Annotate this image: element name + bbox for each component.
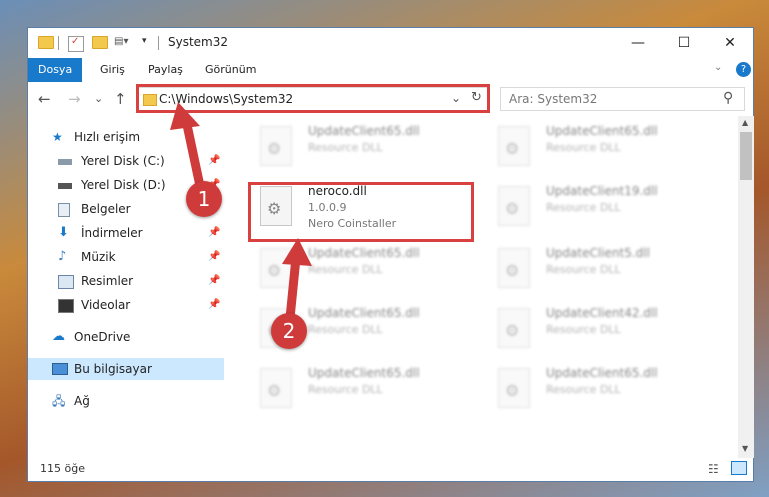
search-input[interactable]: Ara: System32 [509, 92, 597, 106]
forward-button[interactable]: → [68, 90, 81, 108]
divider [58, 36, 59, 50]
callout-badge-2: 2 [271, 313, 307, 349]
address-highlight-box [136, 84, 490, 113]
pictures-icon [58, 275, 74, 289]
scroll-down-icon[interactable]: ▼ [742, 444, 748, 453]
details-view-icon[interactable]: ☷ [708, 462, 719, 476]
maximize-button[interactable]: ☐ [661, 28, 707, 58]
quick-access-dropdown-icon[interactable]: ▾ [142, 36, 156, 50]
back-button[interactable]: ← [38, 90, 51, 108]
sidebar-item-onedrive[interactable]: ☁ OneDrive [28, 326, 224, 348]
large-icons-view-icon[interactable] [731, 461, 747, 475]
item-count: 115 öğe [40, 462, 85, 475]
tab-file[interactable]: Dosya [28, 58, 83, 82]
pin-icon[interactable]: 📌 [208, 150, 220, 172]
file-item[interactable]: ⚙ UpdateClient65.dll Resource DLL [252, 244, 482, 298]
file-item[interactable]: ⚙ UpdateClient65.dll Resource DLL [252, 364, 482, 418]
file-highlight-box [248, 182, 474, 242]
star-icon: ★ [52, 130, 63, 144]
vertical-scrollbar[interactable]: ▲ ▼ [738, 116, 754, 458]
recent-locations-button[interactable]: ⌄ [94, 92, 103, 105]
close-button[interactable]: ✕ [707, 28, 753, 58]
file-list: ⚙ UpdateClient65.dll Resource DLL ⚙ nero… [240, 118, 740, 458]
scroll-up-icon[interactable]: ▲ [742, 118, 748, 127]
sidebar-item-this-pc[interactable]: Bu bilgisayar [28, 358, 224, 380]
computer-icon [52, 363, 68, 375]
properties-icon[interactable]: ✓ [68, 36, 84, 52]
search-icon[interactable]: ⚲ [723, 90, 733, 106]
explorer-window: ✓ ▤▾ ▾ System32 — ☐ ✕ Dosya Giriş Paylaş… [27, 27, 754, 482]
scrollbar-thumb[interactable] [740, 132, 752, 180]
file-item[interactable]: ⚙ UpdateClient42.dll Resource DLL [490, 304, 720, 358]
drive-icon [58, 183, 72, 189]
folder-icon [38, 36, 54, 49]
download-icon: ⬇ [58, 225, 69, 240]
navigation-bar: ← → ⌄ ↑ C:\Windows\System32 ⌄ ↻ Ara: Sys… [28, 84, 753, 114]
help-icon[interactable]: ? [736, 62, 751, 77]
dll-file-icon: ⚙ [498, 368, 530, 408]
minimize-button[interactable]: — [615, 28, 661, 58]
pin-icon[interactable]: 📌 [208, 246, 220, 268]
dll-file-icon: ⚙ [260, 248, 292, 288]
title-bar: ✓ ▤▾ ▾ System32 — ☐ ✕ [28, 28, 753, 58]
sidebar-item-network[interactable]: 🖧 Ağ [28, 390, 224, 412]
sidebar-item-downloads[interactable]: ⬇ İndirmeler 📌 [28, 222, 224, 244]
file-item[interactable]: ⚙ UpdateClient65.dll Resource DLL [490, 364, 720, 418]
drive-icon [58, 159, 72, 165]
dll-file-icon: ⚙ [498, 308, 530, 348]
pin-icon[interactable]: 📌 [208, 270, 220, 292]
file-item[interactable]: ⚙ UpdateClient19.dll Resource DLL [490, 182, 720, 236]
cloud-icon: ☁ [52, 329, 65, 344]
tab-view[interactable]: Görünüm [195, 58, 266, 82]
customize-toolbar-icon[interactable]: ▤▾ [114, 36, 128, 50]
file-item[interactable]: ⚙ UpdateClient65.dll Resource DLL [490, 122, 720, 176]
sidebar-item-drive-c[interactable]: Yerel Disk (C:) 📌 [28, 150, 224, 172]
documents-icon [58, 203, 70, 217]
dll-file-icon: ⚙ [260, 368, 292, 408]
pin-icon[interactable]: 📌 [208, 222, 220, 244]
pin-icon[interactable]: 📌 [208, 294, 220, 316]
dll-file-icon: ⚙ [498, 186, 530, 226]
expand-ribbon-icon[interactable]: ⌄ [714, 62, 722, 73]
status-bar: 115 öğe ☷ [28, 458, 753, 482]
music-icon: ♪ [58, 249, 67, 264]
divider [158, 36, 159, 50]
ribbon-tabs: Dosya Giriş Paylaş Görünüm ⌄ ? [28, 58, 753, 82]
tab-home[interactable]: Giriş [90, 58, 135, 82]
dll-file-icon: ⚙ [498, 248, 530, 288]
file-item[interactable]: ⚙ UpdateClient65.dll Resource DLL [252, 122, 482, 176]
up-button[interactable]: ↑ [114, 90, 127, 108]
dll-file-icon: ⚙ [260, 126, 292, 166]
callout-badge-1: 1 [186, 181, 222, 217]
network-icon: 🖧 [52, 394, 66, 408]
navigation-pane: ★ Hızlı erişim Yerel Disk (C:) 📌 Yerel D… [28, 118, 224, 458]
new-folder-icon[interactable] [92, 36, 108, 49]
dll-file-icon: ⚙ [498, 126, 530, 166]
search-box[interactable]: Ara: System32 ⚲ [500, 87, 745, 111]
tab-share[interactable]: Paylaş [138, 58, 193, 82]
sidebar-item-quick-access[interactable]: ★ Hızlı erişim [28, 126, 224, 148]
sidebar-item-music[interactable]: ♪ Müzik 📌 [28, 246, 224, 268]
sidebar-item-videos[interactable]: Videolar 📌 [28, 294, 224, 316]
video-icon [58, 299, 74, 313]
window-title: System32 [168, 35, 229, 49]
sidebar-item-pictures[interactable]: Resimler 📌 [28, 270, 224, 292]
file-item[interactable]: ⚙ UpdateClient5.dll Resource DLL [490, 244, 720, 298]
